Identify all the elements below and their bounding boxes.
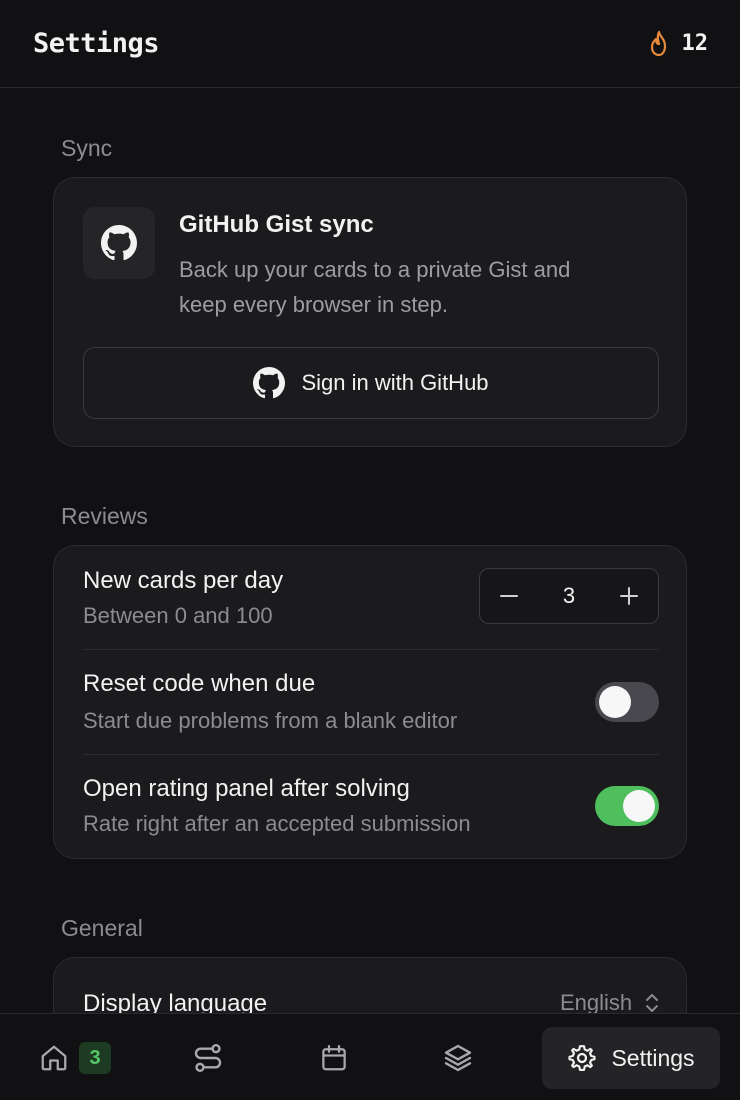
- bottom-navigation: 3 Settings: [0, 1013, 740, 1100]
- section-label-sync: Sync: [61, 135, 113, 161]
- github-icon: [101, 225, 137, 261]
- gear-icon: [568, 1045, 596, 1071]
- new-cards-row: New cards per day Between 0 and 100 3: [83, 546, 659, 649]
- sync-description: Back up your cards to a private Gist and…: [179, 252, 649, 322]
- new-cards-subtitle: Between 0 and 100: [83, 603, 273, 628]
- open-rating-row: Open rating panel after solving Rate rig…: [83, 755, 659, 859]
- nav-decks[interactable]: [428, 1027, 488, 1089]
- due-count-badge: 3: [79, 1042, 111, 1074]
- sign-in-label: Sign in with GitHub: [301, 370, 489, 395]
- route-icon: [194, 1044, 222, 1072]
- open-rating-title: Open rating panel after solving: [83, 775, 410, 802]
- reset-code-subtitle: Start due problems from a blank editor: [83, 708, 458, 733]
- increment-button[interactable]: [600, 569, 658, 623]
- github-logo-tile: [83, 207, 155, 279]
- display-language-row[interactable]: Display language English: [83, 958, 659, 1013]
- top-bar: Settings 12: [0, 0, 740, 88]
- new-cards-stepper: 3: [479, 568, 659, 624]
- home-icon: [41, 1045, 67, 1071]
- language-select[interactable]: English: [560, 990, 660, 1013]
- plus-icon: [620, 587, 638, 605]
- sync-title: GitHub Gist sync: [179, 211, 374, 238]
- display-language-title: Display language: [83, 990, 268, 1013]
- sync-description-line: Back up your cards to a private Gist and: [179, 257, 571, 282]
- reset-code-title: Reset code when due: [83, 670, 316, 697]
- nav-calendar[interactable]: [304, 1027, 364, 1089]
- calendar-icon: [322, 1045, 346, 1071]
- minus-icon: [500, 595, 518, 597]
- sync-description-line: keep every browser in step.: [179, 292, 449, 317]
- nav-home[interactable]: 3: [30, 1027, 120, 1089]
- section-label-general: General: [61, 915, 143, 941]
- general-card: Display language English: [53, 957, 687, 1013]
- reset-code-toggle[interactable]: [595, 682, 659, 722]
- page-title: Settings: [33, 28, 160, 59]
- section-label-reviews: Reviews: [61, 503, 148, 529]
- reviews-card: New cards per day Between 0 and 100 3 Re…: [53, 545, 687, 859]
- reset-code-row: Reset code when due Start due problems f…: [83, 650, 659, 754]
- open-rating-toggle[interactable]: [595, 786, 659, 826]
- sync-card: GitHub Gist sync Back up your cards to a…: [53, 177, 687, 447]
- decrement-button[interactable]: [480, 569, 538, 623]
- new-cards-title: New cards per day: [83, 567, 284, 594]
- nav-route[interactable]: [178, 1027, 238, 1089]
- chevron-up-down-icon: [646, 994, 659, 1012]
- streak-count: 12: [681, 31, 709, 56]
- new-cards-value[interactable]: 3: [563, 583, 575, 609]
- nav-settings[interactable]: Settings: [542, 1027, 720, 1089]
- settings-screen: Settings 12 Sync GitHub Gist sync Back u…: [0, 0, 740, 1100]
- settings-content[interactable]: Sync GitHub Gist sync Back up your cards…: [0, 89, 740, 1013]
- flame-icon: [650, 30, 666, 56]
- github-icon: [253, 367, 286, 399]
- sign-in-github-button[interactable]: Sign in with GitHub: [83, 347, 659, 419]
- toggle-knob: [599, 686, 631, 718]
- layers-icon: [444, 1044, 472, 1072]
- nav-settings-label: Settings: [611, 1044, 695, 1071]
- toggle-knob: [623, 790, 655, 822]
- streak-counter: 12: [648, 30, 709, 58]
- language-value: English: [560, 990, 633, 1013]
- open-rating-subtitle: Rate right after an accepted submission: [83, 811, 471, 836]
